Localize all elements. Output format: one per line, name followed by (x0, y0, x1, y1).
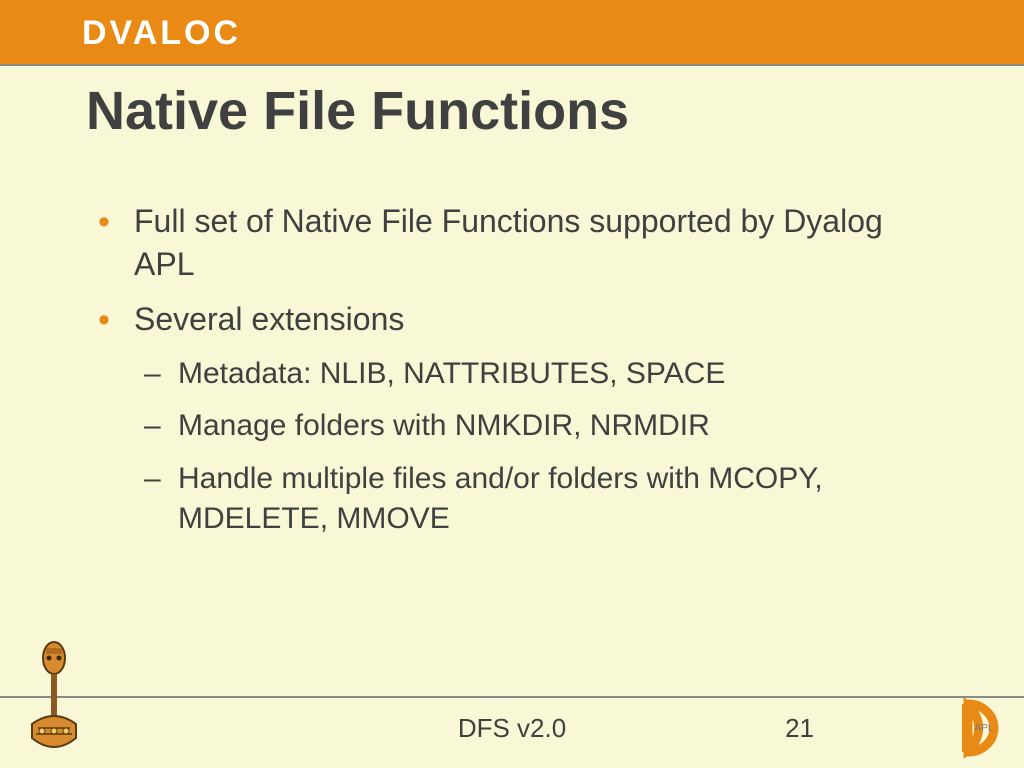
dyalog-logo: DVALOC (82, 14, 241, 53)
page-number: 21 (785, 713, 814, 744)
slide: DVALOC Native File Functions Full set of… (0, 0, 1024, 768)
content-area: Full set of Native File Functions suppor… (98, 200, 938, 552)
slide-title: Native File Functions (86, 80, 629, 142)
viking-ship-icon (24, 638, 84, 758)
sub-bullet-item: Metadata: NLIB, NATTRIBUTES, SPACE (144, 354, 938, 395)
bullet-item: Several extensions (98, 298, 938, 341)
apl-logo-label: APL (975, 723, 994, 734)
footer-divider (0, 696, 1024, 698)
footer-center-text: DFS v2.0 (0, 713, 1024, 744)
sub-bullet-item: Handle multiple files and/or folders wit… (144, 459, 938, 540)
header-bar: DVALOC (0, 0, 1024, 66)
apl-logo-icon: APL (950, 698, 1010, 758)
bullet-item: Full set of Native File Functions suppor… (98, 200, 938, 286)
sub-bullet-item: Manage folders with NMKDIR, NRMDIR (144, 406, 938, 447)
sub-bullet-group: Metadata: NLIB, NATTRIBUTES, SPACE Manag… (144, 354, 938, 540)
